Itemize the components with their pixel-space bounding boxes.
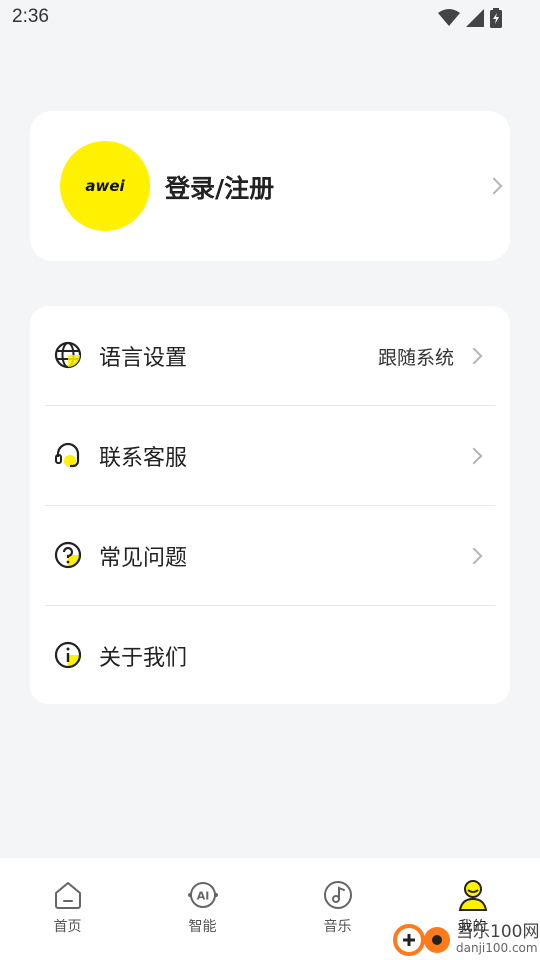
status-bar: 2:36 xyxy=(0,0,540,38)
ai-icon: AI xyxy=(187,882,218,908)
tab-label: 智能 xyxy=(188,919,217,935)
tab-label: 音乐 xyxy=(323,919,352,935)
menu-item-label: 关于我们 xyxy=(99,646,188,671)
battery-charging-icon xyxy=(490,8,502,28)
menu-item-label: 联系客服 xyxy=(99,446,188,471)
tab-label: 首页 xyxy=(53,919,82,935)
menu-item-label: 常见问题 xyxy=(99,546,188,571)
avatar[interactable]: awei xyxy=(60,141,150,231)
music-disc-icon xyxy=(323,881,352,909)
awei-logo: awei xyxy=(85,177,125,195)
menu-item-about-us[interactable]: 关于我们 xyxy=(30,606,510,705)
menu-item-contact-support[interactable]: 联系客服 xyxy=(30,406,510,505)
chevron-right-icon xyxy=(465,447,483,465)
watermark-url: danji100.com xyxy=(456,941,538,955)
info-circle-icon xyxy=(54,641,82,669)
cellular-signal-icon xyxy=(466,9,484,27)
svg-text:AI: AI xyxy=(196,890,209,903)
user-icon xyxy=(458,880,487,911)
tab-music[interactable]: 音乐 xyxy=(270,878,405,948)
menu-item-language[interactable]: 语言设置 跟随系统 xyxy=(30,306,510,405)
menu-item-label: 语言设置 xyxy=(99,346,188,371)
menu-item-value: 跟随系统 xyxy=(377,347,454,369)
chevron-right-icon xyxy=(485,177,503,195)
settings-menu: 语言设置 跟随系统 联系客服 常见问题 关于我们 xyxy=(30,306,510,704)
menu-item-faq[interactable]: 常见问题 xyxy=(30,506,510,605)
tab-smart[interactable]: AI 智能 xyxy=(135,878,270,948)
status-time: 2:36 xyxy=(12,6,49,27)
watermark-text: 当乐100网 xyxy=(456,922,540,942)
chevron-right-icon xyxy=(465,547,483,565)
globe-icon xyxy=(54,341,82,369)
question-circle-icon xyxy=(54,541,82,569)
home-icon xyxy=(54,882,81,909)
headset-icon xyxy=(55,442,80,468)
profile-card[interactable]: awei 登录/注册 xyxy=(30,111,510,261)
status-icons xyxy=(438,8,502,28)
wifi-icon xyxy=(438,9,460,26)
chevron-right-icon xyxy=(465,347,483,365)
tab-home[interactable]: 首页 xyxy=(0,878,135,948)
watermark: 当乐100网 danji100.com xyxy=(392,916,540,960)
login-register-label[interactable]: 登录/注册 xyxy=(165,169,274,205)
watermark-logo-icon xyxy=(393,924,450,956)
